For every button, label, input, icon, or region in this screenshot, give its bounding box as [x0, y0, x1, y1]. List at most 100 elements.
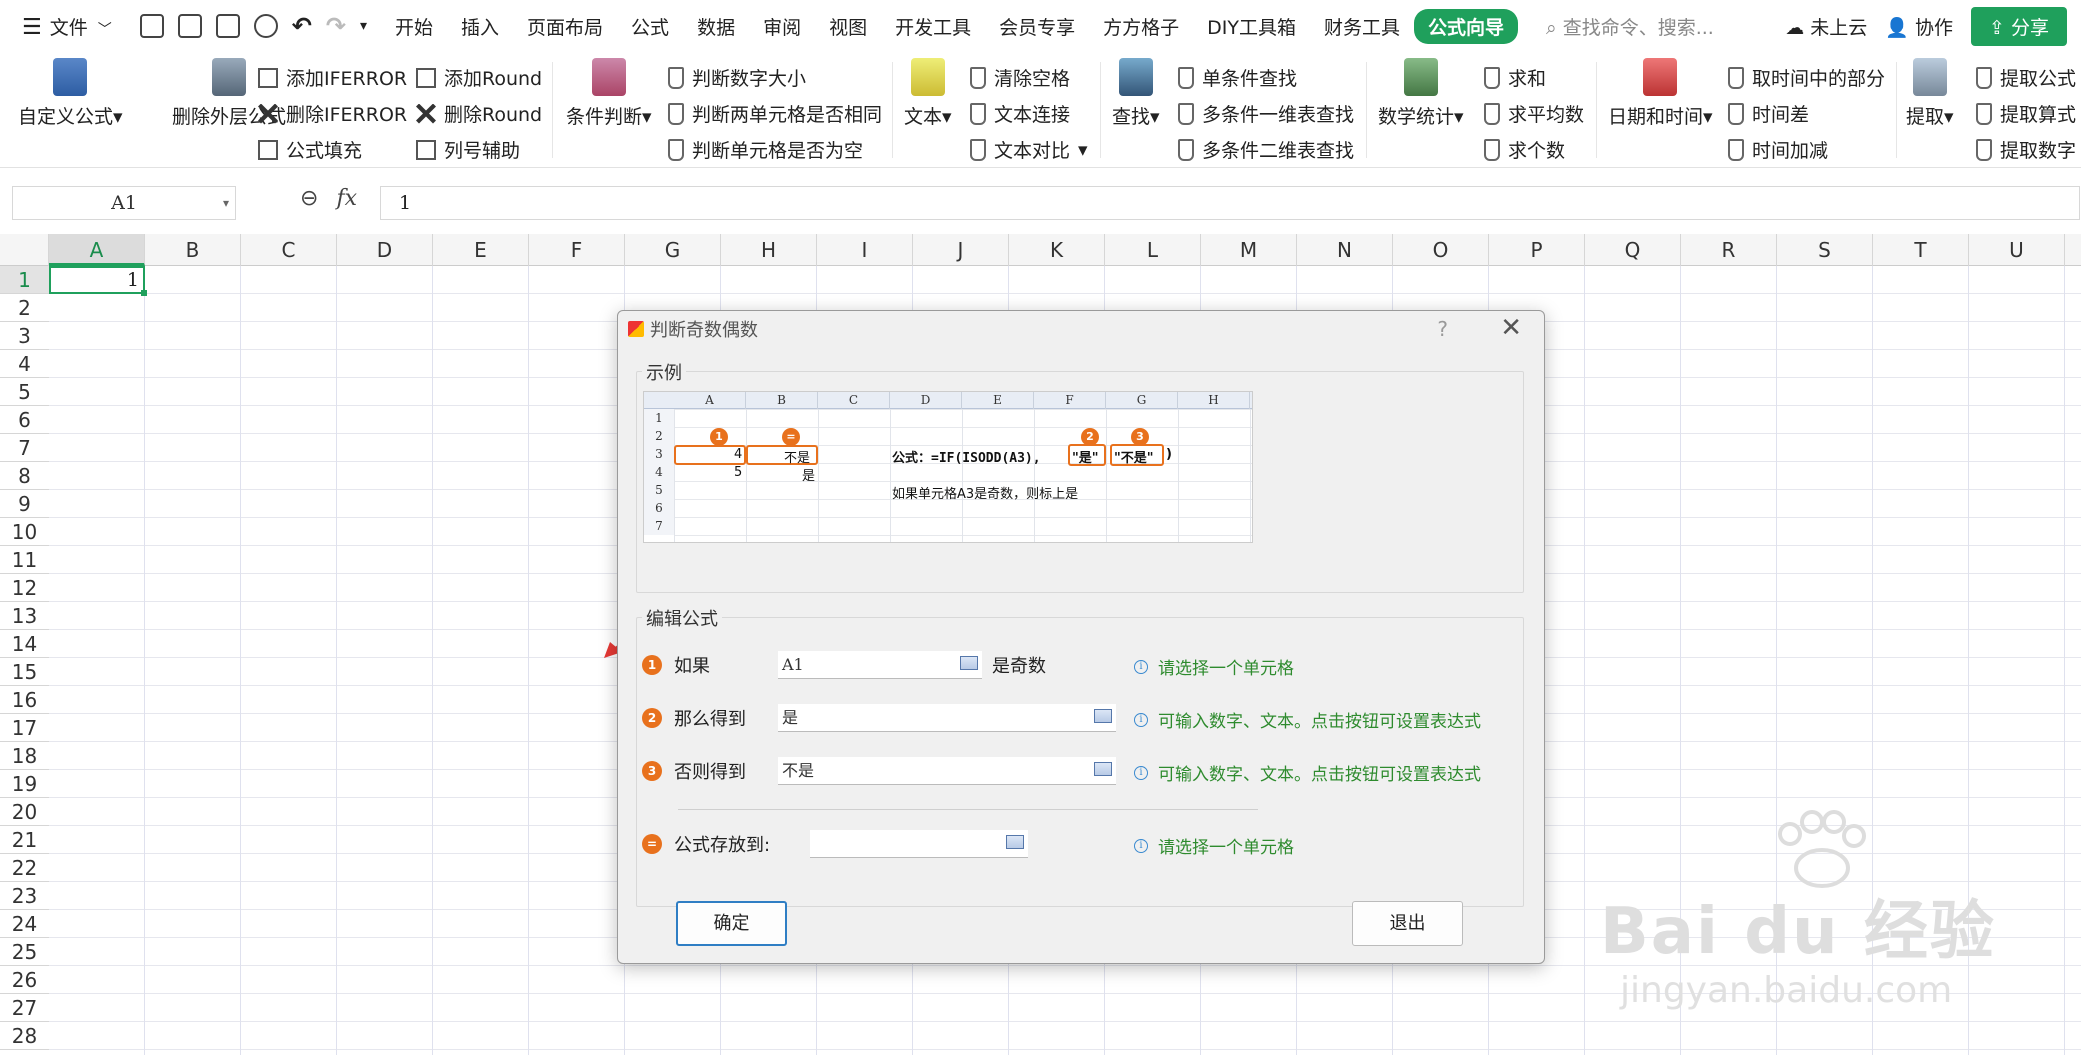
column-header-u[interactable]: U [1969, 234, 2065, 266]
store-cell-input[interactable] [810, 830, 1028, 858]
column-header-n[interactable]: N [1297, 234, 1393, 266]
column-header-a[interactable]: A [49, 234, 145, 266]
column-header-r[interactable]: R [1681, 234, 1777, 266]
tab-formulas[interactable]: 公式 [617, 13, 683, 40]
extract-formula-button[interactable]: 提取公式 [1976, 64, 2076, 91]
column-header-k[interactable]: K [1009, 234, 1105, 266]
select-all-corner[interactable] [0, 234, 49, 266]
is-empty-button[interactable]: 判断单元格是否为空 [668, 136, 863, 163]
name-box[interactable]: A1 ▾ [12, 186, 236, 220]
row-header-28[interactable]: 28 [0, 1022, 49, 1050]
redo-icon[interactable]: ↷ [326, 12, 346, 40]
clear-space-button[interactable]: 清除空格 [970, 64, 1070, 91]
column-header-o[interactable]: O [1393, 234, 1489, 266]
expression-picker-icon[interactable] [1094, 709, 1112, 723]
multi-2d-find-button[interactable]: 多条件二维表查找 [1178, 136, 1354, 163]
undo-icon[interactable]: ↶ [292, 12, 312, 40]
row-header-19[interactable]: 19 [0, 770, 49, 798]
tab-formula-wizard[interactable]: 公式向导 [1414, 8, 1519, 44]
close-icon[interactable]: ✕ [1500, 313, 1522, 343]
fx-icon[interactable]: fx [336, 186, 357, 211]
zoom-icon[interactable]: ⊖ [300, 186, 318, 211]
cell-a1[interactable]: 1 [49, 266, 147, 296]
row-header-1[interactable]: 1 [0, 266, 49, 294]
row-header-7[interactable]: 7 [0, 434, 49, 462]
remove-round-button[interactable]: 删除Round [416, 100, 542, 127]
then-value-input[interactable]: 是 [778, 704, 1116, 732]
count-button[interactable]: 求个数 [1484, 136, 1565, 163]
row-header-23[interactable]: 23 [0, 882, 49, 910]
exit-button[interactable]: 退出 [1352, 901, 1463, 946]
row-header-13[interactable]: 13 [0, 602, 49, 630]
average-button[interactable]: 求平均数 [1484, 100, 1584, 127]
row-header-9[interactable]: 9 [0, 490, 49, 518]
row-header-16[interactable]: 16 [0, 686, 49, 714]
tab-data[interactable]: 数据 [683, 13, 749, 40]
row-header-27[interactable]: 27 [0, 994, 49, 1022]
formula-input[interactable]: 1 [380, 186, 2080, 220]
column-header-h[interactable]: H [721, 234, 817, 266]
single-find-button[interactable]: 单条件查找 [1178, 64, 1297, 91]
tab-finance[interactable]: 财务工具 [1310, 13, 1414, 40]
row-header-6[interactable]: 6 [0, 406, 49, 434]
column-header-d[interactable]: D [337, 234, 433, 266]
find-button[interactable]: 查找▾ [1112, 58, 1160, 129]
row-header-5[interactable]: 5 [0, 378, 49, 406]
column-header-g[interactable]: G [625, 234, 721, 266]
column-header-p[interactable]: P [1489, 234, 1585, 266]
cloud-status[interactable]: ☁ 未上云 [1785, 13, 1867, 40]
cell-picker-icon[interactable] [960, 656, 978, 670]
save-icon[interactable] [139, 14, 164, 38]
row-header-18[interactable]: 18 [0, 742, 49, 770]
extract-button[interactable]: 提取▾ [1906, 58, 1954, 129]
row-header-11[interactable]: 11 [0, 546, 49, 574]
row-header-24[interactable]: 24 [0, 910, 49, 938]
chevron-down-icon[interactable]: ▾ [223, 196, 229, 210]
more-icon[interactable]: ▾ [360, 18, 367, 34]
tab-diy[interactable]: DIY工具箱 [1193, 13, 1310, 40]
compare-number-button[interactable]: 判断数字大小 [668, 64, 806, 91]
column-header-i[interactable]: I [817, 234, 913, 266]
column-header-l[interactable]: L [1105, 234, 1201, 266]
row-header-26[interactable]: 26 [0, 966, 49, 994]
row-header-17[interactable]: 17 [0, 714, 49, 742]
tab-ffgz[interactable]: 方方格子 [1089, 13, 1193, 40]
tab-insert[interactable]: 插入 [447, 13, 513, 40]
sum-button[interactable]: 求和 [1484, 64, 1546, 91]
row-header-22[interactable]: 22 [0, 854, 49, 882]
tab-review[interactable]: 审阅 [749, 13, 815, 40]
extract-number-button[interactable]: 提取数字 [1976, 136, 2076, 163]
row-header-2[interactable]: 2 [0, 294, 49, 322]
column-helper-button[interactable]: 列号辅助 [416, 136, 520, 163]
time-diff-button[interactable]: 时间差 [1728, 100, 1809, 127]
collab-button[interactable]: 👤 协作 [1885, 13, 1953, 40]
row-header-14[interactable]: 14 [0, 630, 49, 658]
math-stats-button[interactable]: 数学统计▾ [1378, 58, 1464, 129]
custom-formula-button[interactable]: 自定义公式▾ [18, 58, 123, 129]
export-icon[interactable] [177, 14, 202, 38]
file-menu[interactable]: ☰ 文件 ﹀ [0, 13, 126, 40]
column-header-s[interactable]: S [1777, 234, 1873, 266]
row-header-20[interactable]: 20 [0, 798, 49, 826]
if-cell-input[interactable]: A1 [778, 651, 982, 679]
compare-cells-button[interactable]: 判断两单元格是否相同 [668, 100, 882, 127]
extract-expression-button[interactable]: 提取算式 [1976, 100, 2076, 127]
column-header-c[interactable]: C [241, 234, 337, 266]
formula-fill-button[interactable]: 公式填充 [258, 136, 362, 163]
row-header-10[interactable]: 10 [0, 518, 49, 546]
row-header-3[interactable]: 3 [0, 322, 49, 350]
tab-developer[interactable]: 开发工具 [881, 13, 985, 40]
column-header-j[interactable]: J [913, 234, 1009, 266]
condition-button[interactable]: 条件判断▾ [566, 58, 652, 129]
add-round-button[interactable]: 添加Round [416, 64, 542, 91]
row-header-21[interactable]: 21 [0, 826, 49, 854]
print-preview-icon[interactable] [253, 14, 278, 38]
tab-home[interactable]: 开始 [381, 13, 447, 40]
help-button[interactable]: ? [1437, 317, 1448, 341]
tab-page-layout[interactable]: 页面布局 [513, 13, 617, 40]
row-header-12[interactable]: 12 [0, 574, 49, 602]
multi-1d-find-button[interactable]: 多条件一维表查找 [1178, 100, 1354, 127]
column-header-t[interactable]: T [1873, 234, 1969, 266]
column-header-f[interactable]: F [529, 234, 625, 266]
row-header-15[interactable]: 15 [0, 658, 49, 686]
